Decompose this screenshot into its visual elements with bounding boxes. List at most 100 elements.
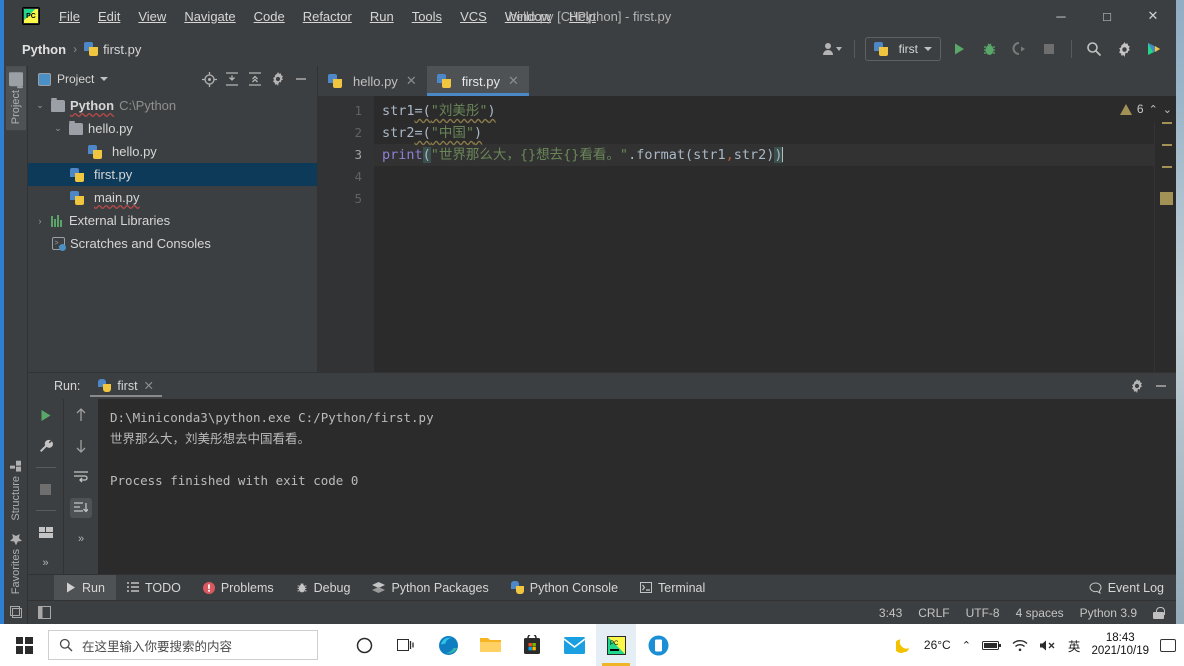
pycharm-icon[interactable]: PC bbox=[596, 624, 636, 666]
rerun-icon[interactable] bbox=[35, 405, 57, 425]
tab-first-py[interactable]: first.py ✕ bbox=[426, 66, 530, 96]
battery-icon[interactable] bbox=[981, 640, 1001, 651]
up-arrow-icon[interactable] bbox=[70, 405, 92, 425]
indent-setting[interactable]: 4 spaces bbox=[1016, 606, 1064, 620]
expand-all-icon[interactable] bbox=[222, 69, 242, 89]
line-separator[interactable]: CRLF bbox=[918, 606, 949, 620]
lock-icon[interactable] bbox=[1153, 606, 1165, 619]
chevron-down-icon[interactable]: ⌄ bbox=[34, 100, 46, 111]
analysis-mark-2[interactable] bbox=[1162, 144, 1172, 146]
layout-icon[interactable] bbox=[35, 522, 57, 542]
analysis-mark-1[interactable] bbox=[1162, 122, 1172, 124]
stop-icon[interactable] bbox=[35, 479, 57, 499]
settings-icon[interactable] bbox=[1130, 379, 1144, 393]
hide-all-windows-icon[interactable] bbox=[7, 600, 25, 624]
previous-problem-icon[interactable]: ⌃ bbox=[1149, 103, 1158, 116]
volume-mute-icon[interactable] bbox=[1039, 639, 1057, 652]
wrench-icon[interactable] bbox=[35, 436, 57, 456]
menu-vcs[interactable]: VCS bbox=[451, 5, 496, 28]
tree-node-python-root[interactable]: ⌄ Python C:\Python bbox=[28, 94, 317, 117]
bottom-tab-debug[interactable]: Debug bbox=[285, 575, 362, 601]
menu-edit[interactable]: Edit bbox=[89, 5, 129, 28]
menu-run[interactable]: Run bbox=[361, 5, 403, 28]
sidebar-item-favorites[interactable]: Favorites bbox=[7, 527, 25, 600]
run-tab-first[interactable]: first ✕ bbox=[90, 375, 162, 397]
analysis-mark-3[interactable] bbox=[1162, 166, 1172, 168]
taskbar-search-box[interactable]: 在这里输入你要搜索的内容 bbox=[48, 630, 318, 660]
menu-view[interactable]: View bbox=[129, 5, 175, 28]
cortana-icon[interactable] bbox=[344, 624, 384, 666]
menu-navigate[interactable]: Navigate bbox=[175, 5, 244, 28]
code-line-1[interactable]: str1=("刘美彤") bbox=[374, 100, 1154, 122]
mail-icon[interactable] bbox=[554, 624, 594, 666]
code-line-5[interactable] bbox=[374, 188, 1154, 210]
task-view-icon[interactable] bbox=[386, 624, 426, 666]
phone-link-icon[interactable] bbox=[638, 624, 678, 666]
down-arrow-icon[interactable] bbox=[70, 436, 92, 456]
moon-icon[interactable] bbox=[895, 637, 913, 654]
toggle-tool-windows-icon[interactable] bbox=[38, 606, 51, 619]
bottom-tab-python-console[interactable]: Python Console bbox=[500, 575, 629, 601]
bottom-tab-problems[interactable]: Problems bbox=[192, 575, 285, 601]
ime-indicator[interactable]: 英 bbox=[1068, 636, 1081, 655]
sidebar-item-project[interactable]: Project bbox=[5, 66, 26, 131]
settings-icon[interactable] bbox=[268, 69, 288, 89]
weather-temperature[interactable]: 26°C bbox=[924, 638, 951, 652]
file-encoding[interactable]: UTF-8 bbox=[966, 606, 1000, 620]
microsoft-store-icon[interactable] bbox=[512, 624, 552, 666]
menu-refactor[interactable]: Refactor bbox=[294, 5, 361, 28]
analysis-gutter[interactable]: 6 ⌃ ⌄ bbox=[1076, 96, 1176, 372]
close-icon[interactable]: ✕ bbox=[144, 378, 154, 393]
chevron-down-icon[interactable]: ⌄ bbox=[52, 123, 64, 134]
hide-icon[interactable] bbox=[291, 69, 311, 89]
close-button[interactable]: ✕ bbox=[1130, 0, 1176, 32]
code-line-4[interactable] bbox=[374, 166, 1154, 188]
sidebar-item-structure[interactable]: Structure bbox=[7, 455, 25, 527]
run-icon[interactable] bbox=[947, 37, 971, 61]
bottom-tab-run[interactable]: Run bbox=[54, 574, 116, 601]
code-text-area[interactable]: str1=("刘美彤") str2=("中国") print("世界那么大，{}… bbox=[374, 96, 1154, 372]
next-problem-icon[interactable]: ⌄ bbox=[1163, 103, 1172, 116]
wifi-icon[interactable] bbox=[1012, 639, 1028, 652]
python-interpreter[interactable]: Python 3.9 bbox=[1080, 606, 1137, 620]
taskbar-clock[interactable]: 18:43 2021/10/19 bbox=[1091, 632, 1149, 658]
hide-icon[interactable] bbox=[1154, 379, 1168, 393]
caret-position[interactable]: 3:43 bbox=[879, 606, 902, 620]
close-icon[interactable]: ✕ bbox=[508, 73, 519, 89]
tree-node-first-py[interactable]: first.py bbox=[28, 163, 317, 186]
tree-node-scratches[interactable]: >_ Scratches and Consoles bbox=[28, 232, 317, 255]
project-title-group[interactable]: Project bbox=[38, 72, 109, 86]
tree-node-hello-py[interactable]: hello.py bbox=[28, 140, 317, 163]
notification-icon[interactable] bbox=[1160, 638, 1176, 652]
tree-node-main-py[interactable]: main.py bbox=[28, 186, 317, 209]
event-log-button[interactable]: Event Log bbox=[1089, 581, 1176, 595]
menu-code[interactable]: Code bbox=[245, 5, 294, 28]
close-icon[interactable]: ✕ bbox=[406, 73, 417, 89]
settings-icon[interactable] bbox=[1112, 37, 1136, 61]
run-console-output[interactable]: D:\Miniconda3\python.exe C:/Python/first… bbox=[98, 399, 1176, 574]
bottom-tab-terminal[interactable]: Terminal bbox=[629, 575, 716, 601]
run-configuration-selector[interactable]: first bbox=[864, 37, 941, 61]
menu-tools[interactable]: Tools bbox=[403, 5, 451, 28]
scroll-to-end-icon[interactable] bbox=[70, 498, 92, 518]
updates-icon[interactable] bbox=[1142, 37, 1166, 61]
bottom-tab-todo[interactable]: TODO bbox=[116, 575, 192, 601]
code-line-3[interactable]: print("世界那么大，{}想去{}看看。".format(str1,str2… bbox=[374, 144, 1154, 166]
tree-node-hello-folder[interactable]: ⌄ hello.py bbox=[28, 117, 317, 140]
search-everywhere-icon[interactable] bbox=[1082, 37, 1106, 61]
debug-icon[interactable] bbox=[977, 37, 1001, 61]
user-account-icon[interactable] bbox=[820, 37, 844, 61]
bottom-tab-python-packages[interactable]: Python Packages bbox=[361, 575, 499, 601]
code-line-2[interactable]: str2=("中国") bbox=[374, 122, 1154, 144]
locate-icon[interactable] bbox=[199, 69, 219, 89]
soft-wrap-icon[interactable] bbox=[70, 467, 92, 487]
maximize-button[interactable]: □ bbox=[1084, 0, 1130, 32]
analysis-mark-block[interactable] bbox=[1160, 192, 1173, 205]
chevron-right-icon[interactable]: › bbox=[34, 216, 46, 226]
edge-icon[interactable] bbox=[428, 624, 468, 666]
windows-start-icon[interactable] bbox=[0, 624, 48, 666]
more-icon[interactable]: » bbox=[35, 553, 57, 573]
menu-file[interactable]: File bbox=[50, 5, 89, 28]
minimize-button[interactable]: ─ bbox=[1038, 0, 1084, 32]
collapse-all-icon[interactable] bbox=[245, 69, 265, 89]
